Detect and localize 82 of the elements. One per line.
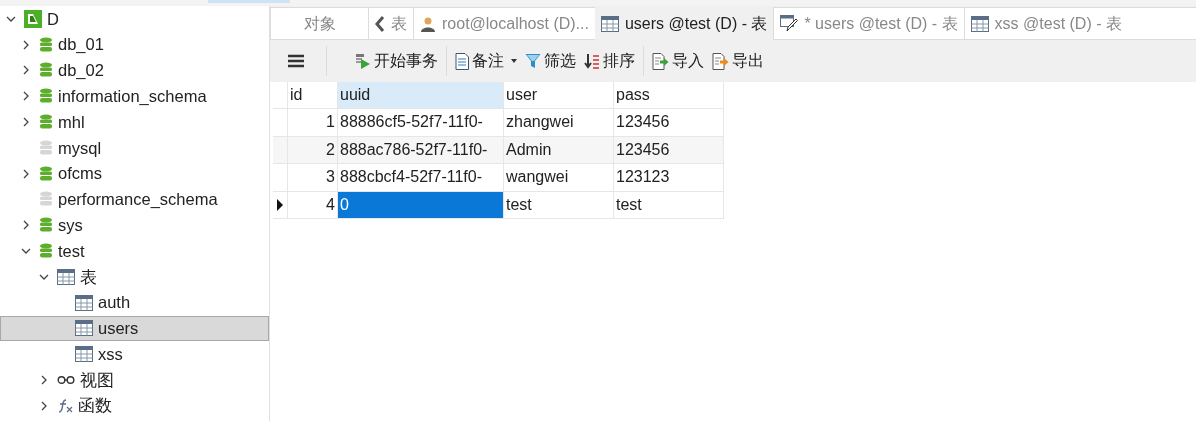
chevron-right-icon[interactable] bbox=[21, 117, 31, 128]
tab[interactable]: xss @test (D) - 表 bbox=[963, 7, 1196, 40]
database-icon bbox=[39, 243, 53, 260]
sort-icon bbox=[584, 52, 600, 70]
database-icon bbox=[39, 62, 53, 79]
toolbar-button[interactable]: 导入 bbox=[648, 46, 708, 76]
table-cell[interactable]: 3 bbox=[288, 164, 338, 191]
tree-item[interactable]: auth bbox=[0, 289, 269, 316]
column-header[interactable]: uuid bbox=[338, 82, 504, 108]
database-icon bbox=[39, 139, 53, 156]
tree-item[interactable]: 表 bbox=[0, 263, 269, 290]
tree-item[interactable]: db_02 bbox=[0, 57, 269, 84]
chevron-right-icon[interactable] bbox=[21, 220, 31, 231]
table-icon bbox=[75, 294, 93, 311]
table-cell[interactable]: 888ac786-52f7-11f0- bbox=[338, 136, 504, 163]
tab[interactable]: * users @test (D) - 表 bbox=[773, 7, 964, 40]
tree-item[interactable]: sys bbox=[0, 212, 269, 239]
toolbar-button[interactable]: 导出 bbox=[708, 46, 768, 76]
column-header[interactable]: id bbox=[288, 82, 338, 108]
database-icon bbox=[39, 191, 53, 208]
tree-item[interactable]: 函数 bbox=[0, 392, 269, 419]
caret-icon bbox=[511, 59, 517, 63]
table-cell[interactable]: 123456 bbox=[614, 136, 724, 163]
chevron-right-icon[interactable] bbox=[21, 39, 31, 50]
database-icon bbox=[39, 165, 53, 182]
tab[interactable]: 表 bbox=[368, 7, 413, 40]
table-pencil-icon bbox=[780, 14, 799, 33]
filter-icon bbox=[525, 53, 541, 69]
column-header[interactable]: user bbox=[504, 82, 614, 108]
table-cell[interactable]: test bbox=[614, 191, 724, 218]
table-cell[interactable]: wangwei bbox=[504, 164, 614, 191]
database-icon bbox=[39, 88, 53, 105]
table-cell[interactable]: test bbox=[504, 191, 614, 218]
tree-item[interactable]: D bbox=[0, 6, 269, 32]
tree-item[interactable]: mysql bbox=[0, 135, 269, 161]
export-icon bbox=[712, 52, 729, 70]
table-cell[interactable]: Admin bbox=[504, 136, 614, 163]
chevron-right-icon[interactable] bbox=[21, 91, 31, 102]
table-cell[interactable]: 88886cf5-52f7-11f0- bbox=[338, 109, 504, 136]
table-cell[interactable]: 1 bbox=[288, 109, 338, 136]
toolbar-button[interactable]: 排序 bbox=[580, 46, 639, 76]
tree-item[interactable]: users bbox=[0, 315, 269, 342]
glasses-icon bbox=[57, 375, 75, 386]
chevron-right-icon[interactable] bbox=[21, 168, 31, 179]
tree-item[interactable]: ofcms bbox=[0, 160, 269, 187]
chevron-right-icon[interactable] bbox=[21, 65, 31, 76]
function-icon bbox=[57, 398, 73, 413]
table-cell[interactable]: 123123 bbox=[614, 164, 724, 191]
toolbar-button[interactable]: 筛选 bbox=[521, 46, 580, 76]
table-icon bbox=[970, 15, 989, 32]
table-icon bbox=[600, 15, 619, 32]
table-icon bbox=[75, 320, 93, 337]
table-cell[interactable]: 888cbcf4-52f7-11f0- bbox=[338, 164, 504, 191]
chevron-right-icon[interactable] bbox=[39, 400, 49, 411]
tree-item[interactable]: test bbox=[0, 238, 269, 264]
tab[interactable]: root@localhost (D)... bbox=[413, 7, 595, 40]
tree-item[interactable]: information_schema bbox=[0, 83, 269, 110]
column-header[interactable]: pass bbox=[614, 82, 724, 108]
tree-item[interactable]: mhl bbox=[0, 109, 269, 135]
tab[interactable]: 对象 bbox=[270, 7, 368, 40]
document-icon bbox=[455, 52, 469, 70]
user-icon bbox=[420, 15, 436, 32]
table-cell[interactable]: zhangwei bbox=[504, 109, 614, 136]
tree-item[interactable]: db_01 bbox=[0, 31, 269, 58]
table-cell[interactable]: 123456 bbox=[614, 109, 724, 136]
database-icon bbox=[39, 217, 53, 234]
transaction-icon bbox=[355, 53, 371, 69]
tree-item[interactable]: 视图 bbox=[0, 367, 269, 393]
database-icon bbox=[39, 36, 53, 53]
tree-item[interactable]: xss bbox=[0, 341, 269, 368]
table-cell[interactable]: 0 bbox=[338, 191, 504, 218]
toolbar-button[interactable]: 备注 bbox=[451, 46, 521, 76]
import-icon bbox=[652, 52, 669, 70]
chevron-right-icon[interactable] bbox=[39, 375, 49, 386]
table-cell[interactable]: 2 bbox=[288, 136, 338, 163]
connection-icon bbox=[24, 9, 42, 28]
database-icon bbox=[39, 114, 53, 131]
table-icon bbox=[57, 268, 75, 285]
toolbar-button[interactable]: 开始事务 bbox=[351, 46, 442, 76]
tree-item[interactable]: performance_schema bbox=[0, 186, 269, 213]
current-row-icon bbox=[277, 198, 283, 211]
table-icon bbox=[75, 346, 93, 363]
